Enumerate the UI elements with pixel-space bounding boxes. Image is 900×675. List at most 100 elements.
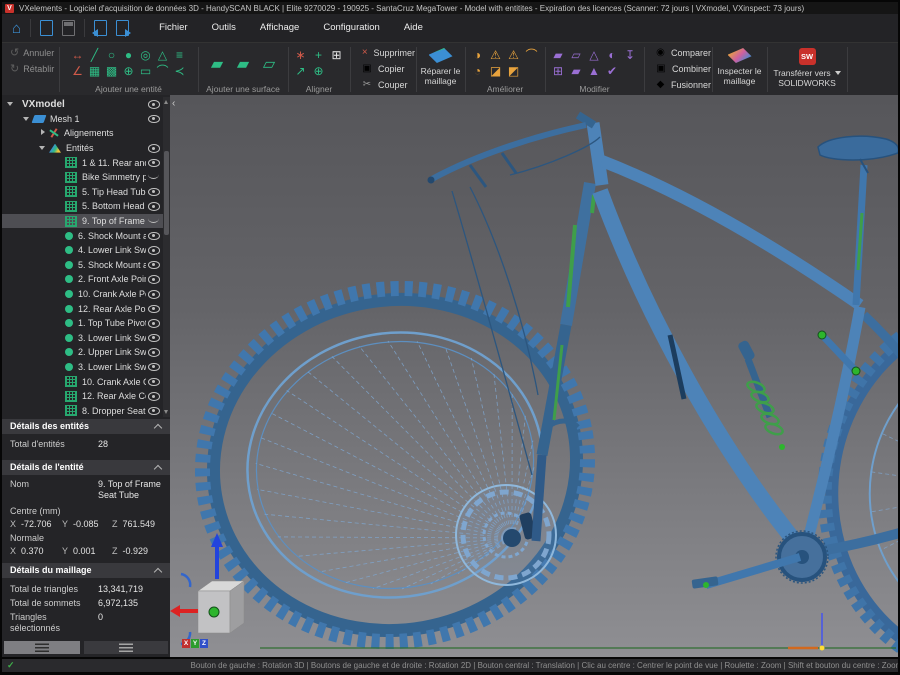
visibility-eye-icon[interactable] <box>148 100 160 109</box>
angle-entity-icon[interactable]: ∠ <box>69 63 86 79</box>
scrollbar-thumb[interactable] <box>164 151 169 235</box>
clean-defects-icon[interactable]: ⚠ <box>487 47 504 63</box>
sphere-entity-icon[interactable]: ⊕ <box>120 63 137 79</box>
tree-row[interactable]: 6. Shock Mount at L <box>2 228 170 243</box>
visibility-eye-icon[interactable] <box>148 114 160 123</box>
grid-plane-entity-icon[interactable]: ▦ <box>86 63 103 79</box>
fillet-boundary-icon[interactable]: ◔ <box>469 63 486 79</box>
mirror-icon[interactable]: ◐ <box>604 47 621 63</box>
expander-icon[interactable] <box>54 172 65 182</box>
patch-mesh-icon[interactable]: ◩ <box>505 63 522 79</box>
expander-icon[interactable] <box>54 318 65 328</box>
3d-viewport[interactable]: ‹ X Y Z <box>170 95 898 657</box>
decimate-icon[interactable]: △ <box>586 47 603 63</box>
edit-surface-icon[interactable]: ▰ <box>230 51 256 79</box>
visibility-eye-icon[interactable] <box>148 217 160 226</box>
tree-row[interactable]: Bike Simmetry plane <box>2 170 170 185</box>
mesh-details-header[interactable]: Détails du maillage <box>2 563 170 578</box>
boolean-icon[interactable]: ⊞ <box>550 63 567 79</box>
visibility-eye-icon[interactable] <box>148 348 160 357</box>
expander-icon[interactable] <box>54 362 65 372</box>
expander-icon[interactable] <box>38 128 49 138</box>
tree-row[interactable]: 1. Top Tube Pivot Po <box>2 316 170 331</box>
expander-icon[interactable] <box>54 289 65 299</box>
transfer-solidworks-button[interactable]: SW Transférer vers SOLIDWORKS <box>768 43 846 96</box>
home-icon[interactable]: ⌂ <box>12 21 21 36</box>
visibility-eye-icon[interactable] <box>148 377 160 386</box>
entities-details-header[interactable]: Détails des entités <box>2 419 170 434</box>
delete-button[interactable]: × Supprimer <box>351 45 415 61</box>
visibility-eye-icon[interactable] <box>148 319 160 328</box>
expander-icon[interactable] <box>54 201 65 211</box>
waterproof-icon[interactable]: ✔ <box>604 63 621 79</box>
visibility-eye-icon[interactable] <box>148 129 160 138</box>
arc-entity-icon[interactable]: ⌒ <box>154 63 171 79</box>
visibility-eye-icon[interactable] <box>148 275 160 284</box>
tree-row[interactable]: 3. Lower Link Swing <box>2 360 170 375</box>
cone-entity-icon[interactable]: △ <box>154 47 171 63</box>
expander-icon[interactable] <box>54 304 65 314</box>
visibility-eye-icon[interactable] <box>148 304 160 313</box>
tree-row[interactable]: 12. Rear Axle Cone <box>2 389 170 404</box>
import-icon[interactable] <box>94 20 107 36</box>
circle-entity-icon[interactable]: ○ <box>103 47 120 63</box>
expander-icon[interactable] <box>54 391 65 401</box>
fill-holes-icon[interactable]: ◑ <box>469 47 486 63</box>
tree-row[interactable]: 1 & 11. Rear and Fro <box>2 155 170 170</box>
tree-row[interactable]: 3. Lower Link Swing <box>2 331 170 346</box>
translate-mesh-icon[interactable]: ↧ <box>622 47 639 63</box>
combine-button[interactable]: ▣ Combiner <box>645 61 711 77</box>
compare-button[interactable]: ◉ Comparer <box>645 45 711 61</box>
point-entity-icon[interactable]: ● <box>120 47 137 63</box>
visibility-eye-icon[interactable] <box>148 231 160 240</box>
visibility-eye-icon[interactable] <box>148 406 160 415</box>
copy-button[interactable]: ▣ Copier <box>351 61 415 77</box>
smooth-mesh-icon[interactable]: ▰ <box>568 63 585 79</box>
expander-icon[interactable] <box>54 231 65 241</box>
menu-aide[interactable]: Aide <box>392 14 435 42</box>
tree-row[interactable]: 10. Crank Axle Cylin <box>2 374 170 389</box>
inspect-mesh-button[interactable]: Inspecter lemaillage <box>713 43 766 96</box>
refine-icon[interactable]: ▲ <box>586 63 603 79</box>
polyline-entity-icon[interactable]: ≺ <box>171 63 188 79</box>
entity-details-header[interactable]: Détails de l'entité <box>2 460 170 475</box>
menu-affichage[interactable]: Affichage <box>248 14 311 42</box>
tree-row[interactable]: Alignements <box>2 126 170 141</box>
planes-stack-entity-icon[interactable]: ≡ <box>171 47 188 63</box>
expander-icon[interactable] <box>6 99 17 109</box>
expander-icon[interactable] <box>54 158 65 168</box>
tree-row[interactable]: 5. Tip Head Tube Pl <box>2 185 170 200</box>
smooth-boundary-icon[interactable]: ⌒ <box>523 47 540 63</box>
visibility-eye-icon[interactable] <box>148 333 160 342</box>
new-session-icon[interactable] <box>40 20 53 36</box>
align-origin-icon[interactable]: ⊕ <box>310 63 327 79</box>
visibility-eye-icon[interactable] <box>148 290 160 299</box>
ellipse-entity-icon[interactable]: ◎ <box>137 47 154 63</box>
expander-icon[interactable] <box>54 187 65 197</box>
redo-button[interactable]: ↻ Rétablir <box>2 59 59 75</box>
expander-icon[interactable] <box>54 260 65 270</box>
tree-row[interactable]: 9. Top of Frame Seat <box>2 214 170 229</box>
bike-scan-model[interactable] <box>170 95 898 657</box>
tree-row[interactable]: 12. Rear Axle Point <box>2 301 170 316</box>
tree-row[interactable]: VXmodel <box>2 97 170 112</box>
align-frames-icon[interactable]: + <box>310 47 327 63</box>
scroll-up-icon[interactable] <box>164 100 168 104</box>
add-defects-icon[interactable]: ⚠ <box>505 47 522 63</box>
cut-button[interactable]: ✂ Couper <box>351 77 415 93</box>
export-icon[interactable] <box>116 20 129 36</box>
expander-icon[interactable] <box>54 333 65 343</box>
visibility-eye-icon[interactable] <box>148 260 160 269</box>
rounded-grid-entity-icon[interactable]: ▩ <box>103 63 120 79</box>
tree-view-toggle-button[interactable] <box>4 641 80 654</box>
tree-row[interactable]: 5. Bottom Head Tub <box>2 199 170 214</box>
visibility-eye-icon[interactable] <box>148 144 160 153</box>
tree-row[interactable]: 2. Front Axle Point <box>2 272 170 287</box>
visibility-eye-icon[interactable] <box>148 202 160 211</box>
tree-scrollbar[interactable] <box>163 97 170 417</box>
tree-row[interactable]: Mesh 1 <box>2 112 170 127</box>
undo-button[interactable]: ↺ Annuler <box>2 43 59 59</box>
tree-row[interactable]: 5. Shock Mount at M <box>2 258 170 273</box>
expander-icon[interactable] <box>54 377 65 387</box>
visibility-eye-icon[interactable] <box>148 187 160 196</box>
